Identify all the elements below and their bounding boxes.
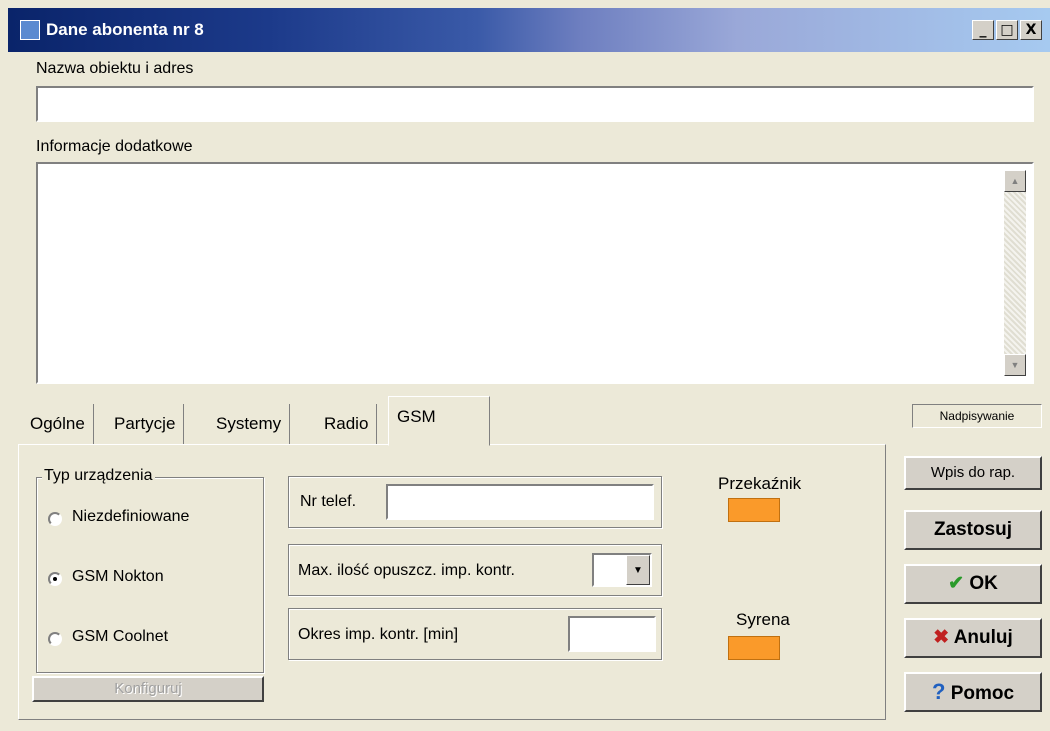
tab-systemy[interactable]: Systemy	[208, 404, 291, 444]
siren-indicator	[728, 636, 780, 660]
scroll-up-icon[interactable]: ▲	[1004, 170, 1026, 192]
radio-niezdefiniowane[interactable]	[48, 512, 62, 526]
option-gsm-nokton-label[interactable]: GSM Nokton	[72, 568, 164, 586]
tab-partycje[interactable]: Partycje	[106, 404, 185, 444]
x-icon: ✖	[933, 627, 950, 648]
status-mode: Nadpisywanie	[912, 404, 1042, 428]
extra-info-label: Informacje dodatkowe	[36, 138, 193, 155]
close-button[interactable]: X	[1020, 20, 1042, 40]
relay-label: Przekaźnik	[718, 474, 802, 493]
phone-input[interactable]	[386, 484, 654, 520]
tab-gsm[interactable]: GSM	[388, 396, 490, 446]
name-address-input[interactable]	[36, 86, 1034, 122]
max-missed-label: Max. ilość opuszcz. imp. kontr.	[298, 562, 515, 579]
scroll-down-icon[interactable]: ▼	[1004, 354, 1026, 376]
option-niezdefiniowane-label[interactable]: Niezdefiniowane	[72, 508, 189, 526]
relay-indicator	[728, 498, 780, 522]
cancel-label: Anuluj	[953, 627, 1013, 648]
configure-button: Konfiguruj	[32, 676, 264, 702]
minimize-button[interactable]: _	[972, 20, 994, 40]
option-gsm-coolnet-label[interactable]: GSM Coolnet	[72, 628, 168, 646]
radio-gsm-coolnet[interactable]	[48, 632, 62, 646]
apply-button[interactable]: Zastosuj	[904, 510, 1042, 550]
chevron-down-icon[interactable]: ▼	[626, 555, 650, 585]
extra-info-textarea[interactable]: ▲ ▼	[36, 162, 1034, 384]
max-missed-select[interactable]: ▼	[592, 553, 652, 587]
cancel-button[interactable]: ✖ Anuluj	[904, 618, 1042, 658]
ok-button[interactable]: ✔ OK	[904, 564, 1042, 604]
device-type-title: Typ urządzenia	[42, 467, 155, 485]
tab-ogolne[interactable]: Ogólne	[22, 404, 94, 444]
phone-label: Nr telef.	[300, 493, 357, 510]
help-label: Pomoc	[950, 683, 1015, 704]
question-icon: ?	[931, 679, 946, 704]
title-bar: Dane abonenta nr 8 _ □ X	[8, 8, 1050, 52]
radio-gsm-nokton[interactable]	[48, 572, 62, 586]
siren-label: Syrena	[736, 610, 790, 629]
extra-info-scrollbar[interactable]: ▲ ▼	[1004, 170, 1026, 376]
ok-label: OK	[969, 573, 998, 594]
maximize-button[interactable]: □	[996, 20, 1018, 40]
period-label: Okres imp. kontr. [min]	[298, 626, 459, 643]
tab-radio[interactable]: Radio	[316, 404, 378, 444]
window-title: Dane abonenta nr 8	[46, 20, 204, 39]
period-input[interactable]	[568, 616, 656, 652]
checkmark-icon: ✔	[948, 573, 965, 594]
help-button[interactable]: ? Pomoc	[904, 672, 1042, 712]
app-icon[interactable]	[20, 20, 40, 40]
name-address-label: Nazwa obiektu i adres	[36, 60, 194, 77]
report-entry-button[interactable]: Wpis do rap.	[904, 456, 1042, 490]
